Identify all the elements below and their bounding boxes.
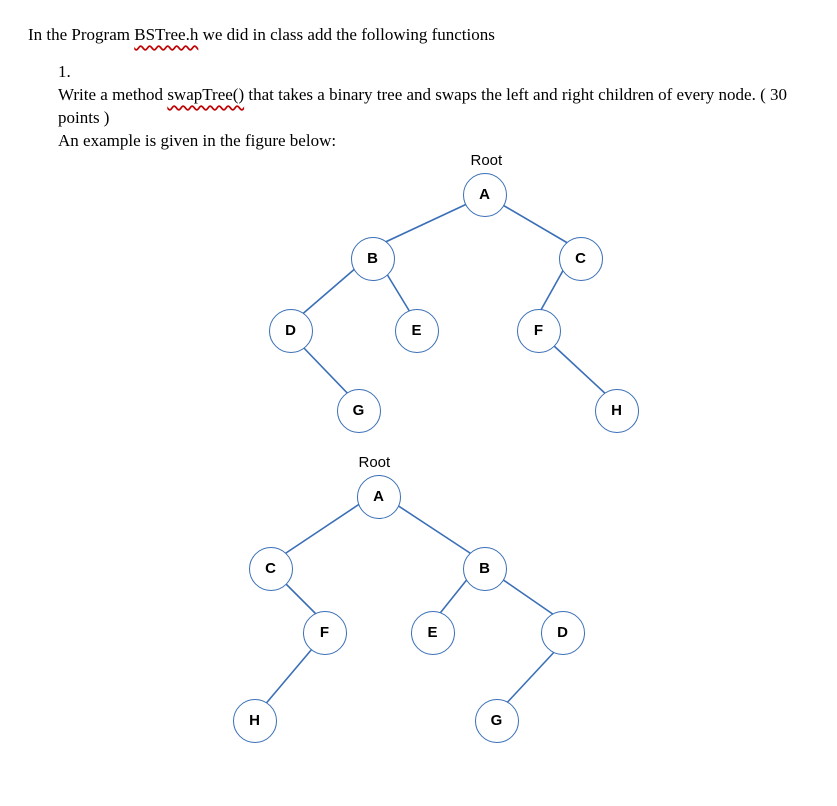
node-B-before: B xyxy=(351,237,395,281)
intro-line: In the Program BSTree.h we did in class … xyxy=(28,24,809,47)
node-D-before: D xyxy=(269,309,313,353)
node-C-after: C xyxy=(249,547,293,591)
intro-filename: BSTree.h xyxy=(134,25,198,44)
node-H-before: H xyxy=(595,389,639,433)
node-A-after: A xyxy=(357,475,401,519)
node-H-after: H xyxy=(233,699,277,743)
node-C-before: C xyxy=(559,237,603,281)
node-D-after: D xyxy=(541,611,585,655)
question-number: 1. xyxy=(58,61,84,84)
intro-prefix: In the Program xyxy=(28,25,134,44)
edges-before xyxy=(69,159,769,799)
question-line1-prefix: Write a method xyxy=(58,85,167,104)
node-E-after: E xyxy=(411,611,455,655)
node-A-before: A xyxy=(463,173,507,217)
node-G-before: G xyxy=(337,389,381,433)
node-F-before: F xyxy=(517,309,561,353)
node-B-after: B xyxy=(463,547,507,591)
root-label-after: Root xyxy=(359,453,391,473)
question-method-name: swapTree() xyxy=(167,85,244,104)
edges-after xyxy=(69,159,769,799)
node-E-before: E xyxy=(395,309,439,353)
node-G-after: G xyxy=(475,699,519,743)
root-label-before: Root xyxy=(471,151,503,171)
node-F-after: F xyxy=(303,611,347,655)
question-1: 1. Write a method swapTree() that takes … xyxy=(58,61,809,153)
question-line2: An example is given in the figure below: xyxy=(58,131,336,150)
diagram: Root A B C D E F G H Root A C B F E D H … xyxy=(69,159,769,799)
intro-suffix: we did in class add the following functi… xyxy=(198,25,495,44)
